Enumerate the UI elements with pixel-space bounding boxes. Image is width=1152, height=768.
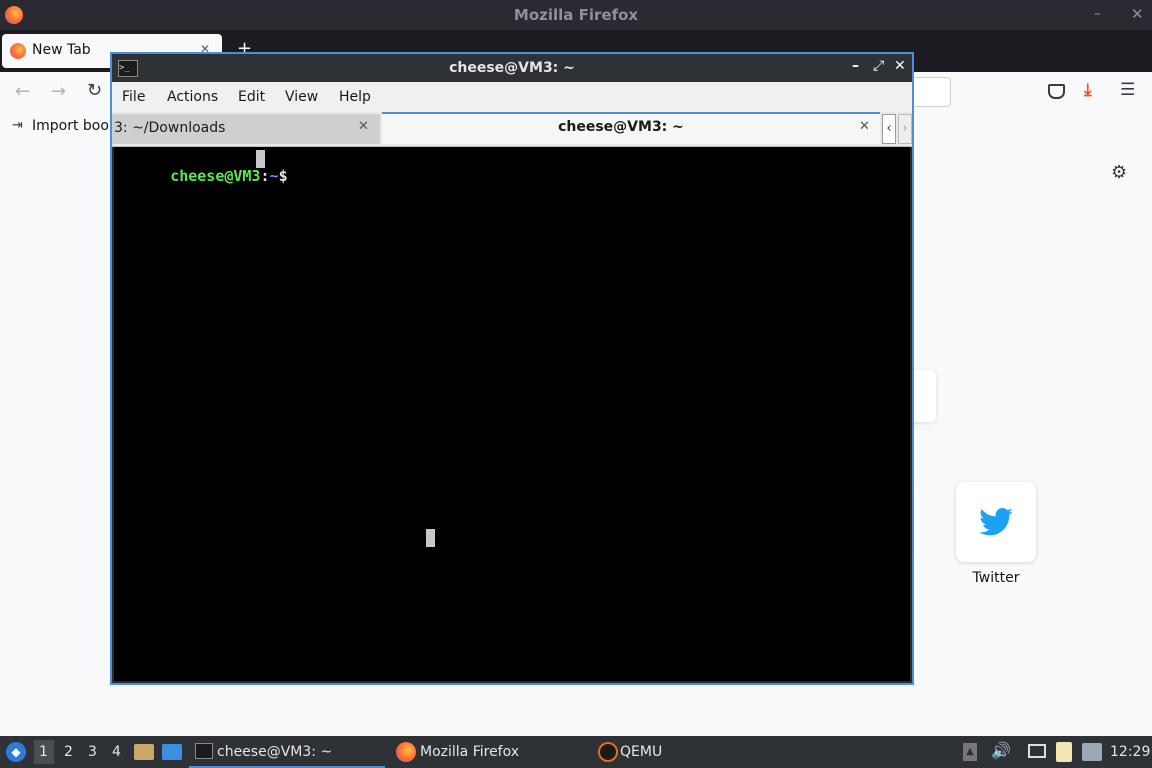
- task-firefox[interactable]: Mozilla Firefox: [392, 736, 588, 768]
- tab-scroll-right-icon[interactable]: ›: [898, 114, 912, 144]
- clock: 12:29: [1110, 744, 1151, 760]
- back-icon[interactable]: ←: [15, 81, 30, 102]
- terminal-icon: [195, 743, 213, 759]
- volume-icon[interactable]: 🔊: [991, 741, 1011, 760]
- terminal-tab-bar: 3: ~/Downloads ✕ cheese@VM3: ~ ✕ ‹ ›: [112, 112, 912, 147]
- shortcut-label-twitter: Twitter: [972, 570, 1020, 586]
- workspace-4-button[interactable]: 4: [112, 744, 121, 760]
- clipboard-icon[interactable]: [1056, 742, 1072, 762]
- task-qemu-label: QEMU: [620, 744, 663, 760]
- terminal-tab-label: 3: ~/Downloads: [114, 120, 226, 136]
- menu-edit[interactable]: Edit: [238, 89, 265, 105]
- firefox-logo-icon: [5, 6, 23, 24]
- firefox-tab-label: New Tab: [32, 42, 91, 58]
- prompt-symbol: $: [278, 167, 288, 185]
- url-bar[interactable]: [912, 77, 951, 107]
- terminal-window: >_ cheese@VM3: ~ – ⤢ ✕ File Actions Edit…: [110, 52, 914, 685]
- forward-icon[interactable]: →: [51, 81, 66, 102]
- menu-view[interactable]: View: [285, 89, 318, 105]
- mouse-text-cursor: [426, 529, 435, 547]
- qemu-icon: [598, 742, 618, 762]
- terminal-tab-downloads[interactable]: 3: ~/Downloads ✕: [112, 114, 380, 144]
- prompt-path: ~: [269, 167, 279, 185]
- task-terminal-label: cheese@VM3: ~: [217, 744, 333, 760]
- terminal-close-icon[interactable]: ✕: [894, 58, 906, 74]
- menu-file[interactable]: File: [122, 89, 145, 105]
- workspace-3-button[interactable]: 3: [88, 744, 97, 760]
- terminal-minimize-icon[interactable]: –: [852, 58, 859, 74]
- menu-help[interactable]: Help: [339, 89, 371, 105]
- terminal-tab-label: cheese@VM3: ~: [558, 119, 684, 135]
- terminal-cursor: [256, 150, 265, 168]
- terminal-window-title: cheese@VM3: ~: [449, 60, 575, 76]
- settings-gear-icon[interactable]: ⚙: [1111, 162, 1127, 183]
- show-desktop-icon[interactable]: [162, 744, 182, 760]
- import-bookmarks-icon: ⇥: [12, 118, 23, 133]
- file-manager-icon[interactable]: [134, 744, 154, 760]
- terminal-tab-close-icon[interactable]: ✕: [859, 119, 870, 134]
- taskbar: ◆ 1 2 3 4 cheese@VM3: ~ Mozilla Firefox …: [0, 736, 1152, 768]
- terminal-tab-home[interactable]: cheese@VM3: ~ ✕: [382, 112, 880, 144]
- twitter-icon: [979, 508, 1013, 536]
- tray-up-icon[interactable]: ▲: [963, 743, 977, 761]
- workspace-1-label: 1: [39, 744, 48, 760]
- task-qemu[interactable]: QEMU: [594, 736, 790, 768]
- workspace-2-button[interactable]: 2: [64, 744, 73, 760]
- task-firefox-label: Mozilla Firefox: [420, 744, 520, 760]
- firefox-icon: [396, 742, 416, 762]
- terminal-menubar: File Actions Edit View Help: [112, 82, 912, 112]
- tab-scroll-left-icon[interactable]: ‹: [882, 114, 896, 144]
- terminal-maximize-icon[interactable]: ⤢: [873, 58, 884, 74]
- prompt-user: cheese@VM3: [170, 167, 261, 185]
- network-icon[interactable]: [1028, 744, 1046, 758]
- start-menu-icon[interactable]: ◆: [6, 742, 26, 762]
- prompt-separator: :: [260, 167, 270, 185]
- menu-hamburger-icon[interactable]: ☰: [1120, 80, 1135, 100]
- pocket-icon[interactable]: [1048, 84, 1065, 99]
- notification-icon[interactable]: [1082, 743, 1102, 761]
- firefox-minimize-icon[interactable]: –: [1094, 6, 1101, 22]
- firefox-window-title: Mozilla Firefox: [513, 6, 639, 24]
- menu-actions[interactable]: Actions: [167, 89, 218, 105]
- terminal-tab-close-icon[interactable]: ✕: [358, 119, 369, 134]
- terminal-screen[interactable]: cheese@VM3:~$: [114, 147, 910, 681]
- firefox-tab-favicon-icon: [10, 43, 26, 59]
- downloads-icon[interactable]: ⤓: [1084, 80, 1092, 100]
- task-terminal[interactable]: cheese@VM3: ~: [189, 736, 385, 768]
- reload-icon[interactable]: ↻: [87, 80, 102, 101]
- shortcut-tile-twitter[interactable]: [956, 482, 1036, 562]
- firefox-close-icon[interactable]: ✕: [1131, 5, 1144, 23]
